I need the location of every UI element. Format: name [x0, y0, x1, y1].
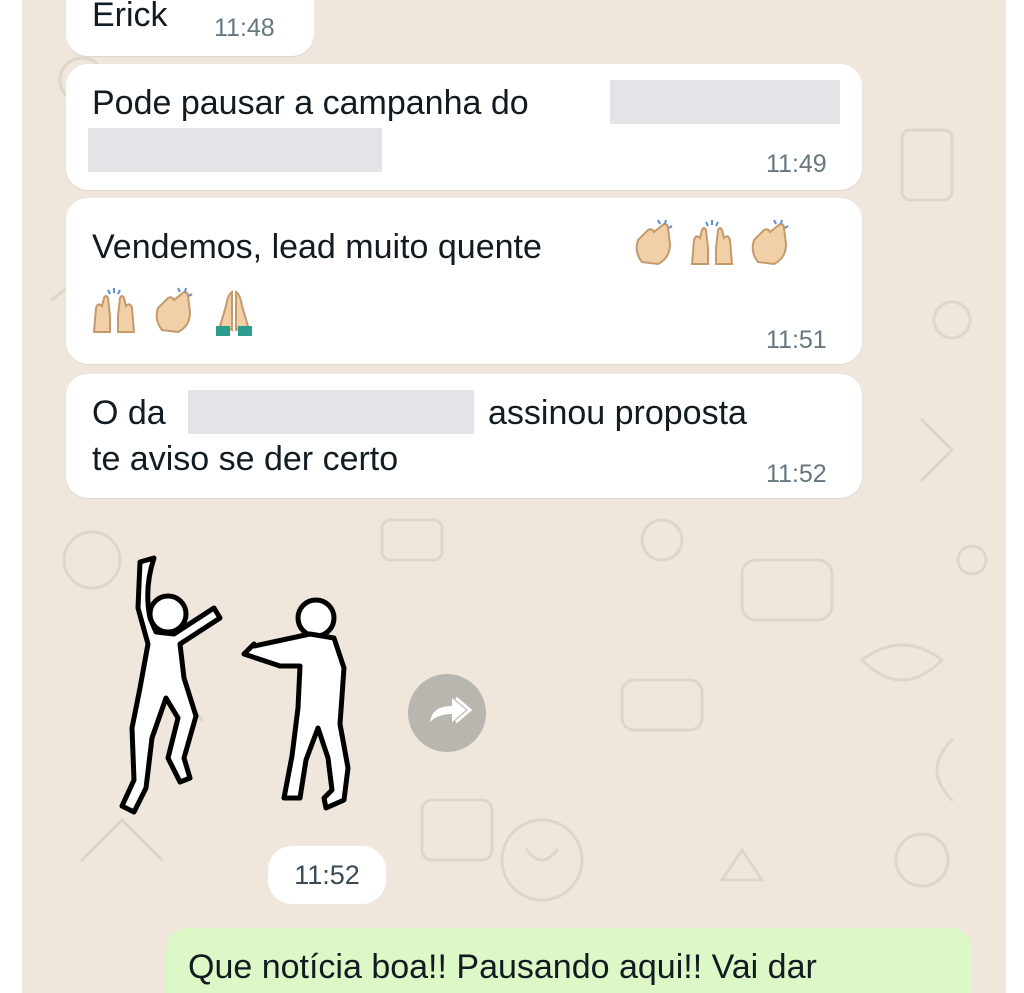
sticker-time: 11:52 — [268, 846, 386, 904]
folded-hands-emoji — [216, 290, 252, 336]
message-text: Vendemos, lead muito quente — [92, 228, 542, 266]
forward-icon — [430, 696, 473, 724]
clapping-hands-emoji — [635, 219, 673, 266]
message-text: O da — [92, 394, 166, 432]
raising-hands-emoji — [92, 288, 136, 333]
chat-background: Erick 11:48 Pode pausar a campanha do 11… — [22, 0, 1006, 993]
message-bubble[interactable]: O da assinou proposta te aviso se der ce… — [66, 374, 862, 498]
raising-hands-emoji — [690, 220, 734, 265]
message-time: 11:48 — [214, 14, 275, 42]
message-bubble[interactable]: Vendemos, lead muito quente 11:51 — [66, 198, 862, 364]
message-text: Que notícia boa!! Pausando aqui!! Vai da… — [188, 948, 817, 986]
message-time: 11:49 — [766, 150, 827, 178]
redacted-block — [188, 390, 474, 434]
outgoing-message-bubble[interactable]: Que notícia boa!! Pausando aqui!! Vai da… — [166, 928, 972, 993]
message-text: assinou proposta — [488, 394, 747, 432]
message-text: te aviso se der certo — [92, 440, 399, 478]
redacted-block — [88, 128, 382, 172]
dancing-figures-sticker[interactable] — [104, 548, 364, 828]
message-bubble[interactable]: Erick 11:48 — [66, 0, 314, 56]
message-time: 11:52 — [766, 460, 827, 488]
message-text: Pode pausar a campanha do — [92, 84, 529, 122]
clapping-hands-emoji — [155, 287, 193, 334]
forward-button[interactable] — [408, 674, 486, 752]
redacted-block — [610, 80, 840, 124]
message-time: 11:51 — [766, 326, 827, 354]
message-text: Erick — [92, 0, 168, 34]
message-bubble[interactable]: Pode pausar a campanha do 11:49 — [66, 64, 862, 190]
clapping-hands-emoji — [751, 219, 789, 266]
sticker-time-text: 11:52 — [294, 860, 360, 890]
